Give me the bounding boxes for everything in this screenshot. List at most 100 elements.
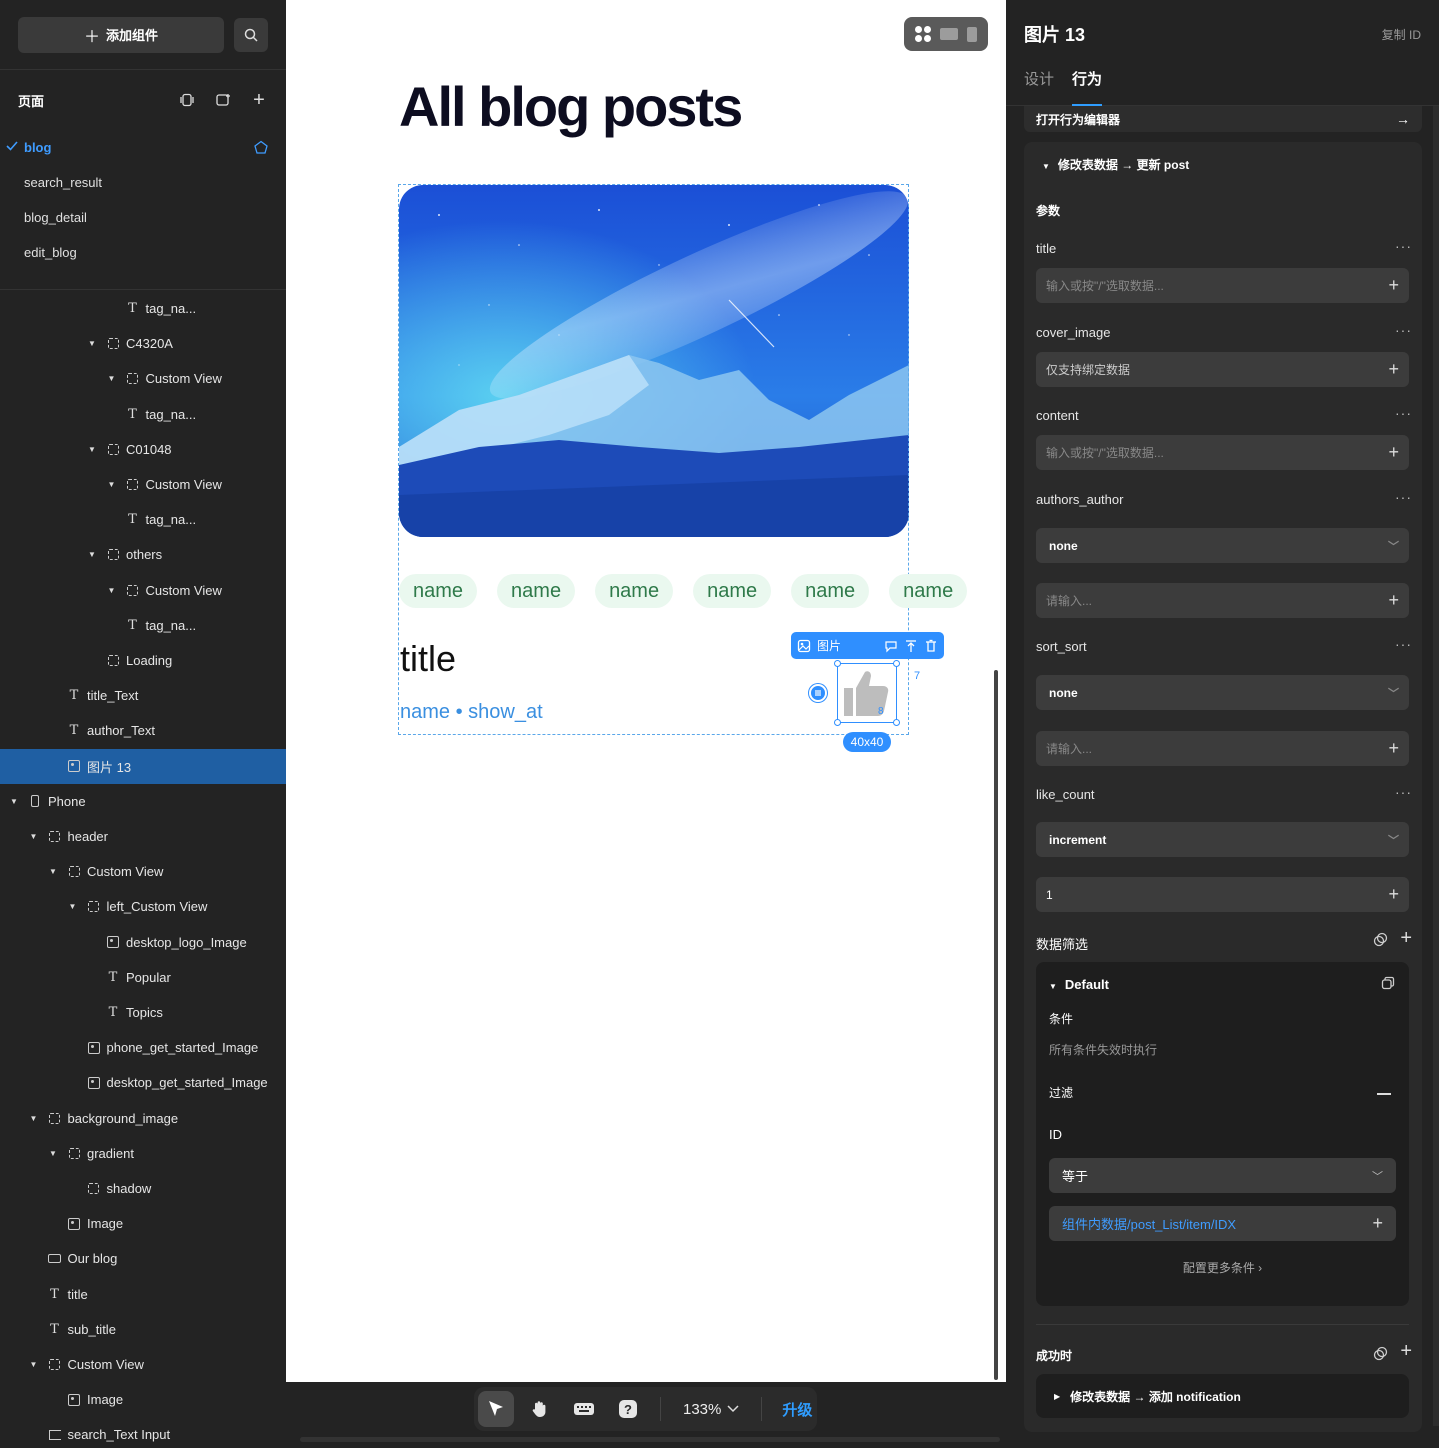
filter-value-input[interactable]: 组件内数据/post_List/item/IDX + bbox=[1049, 1206, 1396, 1241]
open-behavior-editor-button[interactable]: 打开行为编辑器 → bbox=[1024, 106, 1422, 132]
layer-row[interactable]: ▼Loading bbox=[0, 643, 286, 678]
expand-triangle-icon[interactable]: ▼ bbox=[88, 445, 96, 454]
content-input[interactable]: 输入或按"/"选取数据... + bbox=[1036, 435, 1409, 470]
success-action-row[interactable]: ▶ 修改表数据 → 添加 notification bbox=[1036, 1374, 1409, 1418]
hand-tool[interactable] bbox=[522, 1391, 558, 1427]
more-icon[interactable]: ··· bbox=[1395, 405, 1412, 421]
design-canvas[interactable]: All blog posts name name name name name … bbox=[286, 0, 1006, 1448]
filter-link-icon[interactable] bbox=[1373, 932, 1388, 952]
delete-icon[interactable] bbox=[924, 639, 938, 653]
sort-sort-input[interactable]: 请输入... + bbox=[1036, 731, 1409, 766]
plus-icon[interactable]: + bbox=[1388, 275, 1399, 296]
add-filter-icon[interactable]: + bbox=[1400, 927, 1412, 950]
collapse-minus-icon[interactable] bbox=[1377, 1093, 1391, 1095]
layer-row[interactable]: ▼ header bbox=[0, 819, 286, 854]
data-binding-indicator[interactable] bbox=[809, 684, 827, 702]
expand-triangle-icon[interactable]: ▼ bbox=[30, 832, 38, 841]
plus-icon[interactable]: + bbox=[1388, 884, 1399, 905]
page-item-blog-detail[interactable]: blog_detail bbox=[0, 200, 286, 235]
grid-view-icon[interactable] bbox=[914, 26, 931, 42]
expand-triangle-icon[interactable]: ▼ bbox=[108, 374, 116, 383]
action-header[interactable]: ▼ 修改表数据 → 更新 post bbox=[1042, 156, 1189, 173]
canvas-horizontal-scrollbar[interactable] bbox=[300, 1437, 1000, 1442]
copy-id-button[interactable]: 复制 ID bbox=[1382, 26, 1421, 43]
add-page-icon[interactable]: + bbox=[250, 89, 268, 111]
add-folder-icon[interactable] bbox=[214, 91, 232, 109]
add-component-button[interactable]: ＋ 添加组件 bbox=[18, 16, 224, 53]
authors-author-select[interactable]: none ﹀ bbox=[1036, 528, 1409, 563]
upgrade-button[interactable]: 升级 bbox=[776, 1399, 812, 1420]
page-item-edit-blog[interactable]: edit_blog bbox=[0, 235, 286, 270]
layer-row[interactable]: ▼TTopics bbox=[0, 995, 286, 1030]
layer-row[interactable]: ▼Ttag_na... bbox=[0, 291, 286, 326]
phone-icon[interactable] bbox=[967, 26, 978, 42]
comment-icon[interactable] bbox=[884, 639, 898, 653]
tag-chip[interactable]: name bbox=[399, 574, 478, 608]
layer-row[interactable]: ▼Image bbox=[0, 1206, 286, 1241]
plus-icon[interactable]: + bbox=[1388, 738, 1399, 759]
like-image-selected[interactable] bbox=[834, 660, 900, 726]
layer-row[interactable]: ▼ Custom View bbox=[0, 361, 286, 396]
layer-row[interactable]: ▼shadow bbox=[0, 1171, 286, 1206]
success-link-icon[interactable] bbox=[1373, 1346, 1388, 1366]
layer-row[interactable]: ▼Our blog bbox=[0, 1241, 286, 1276]
layer-row[interactable]: ▼ Custom View bbox=[0, 467, 286, 502]
page-item-blog[interactable]: blog bbox=[0, 130, 286, 165]
layer-row[interactable]: ▼Ttag_na... bbox=[0, 397, 286, 432]
expand-triangle-icon[interactable]: ▼ bbox=[30, 1360, 38, 1369]
plus-icon[interactable]: + bbox=[1388, 590, 1399, 611]
layer-row[interactable]: ▼ C4320A bbox=[0, 326, 286, 361]
expand-triangle-icon[interactable]: ▼ bbox=[49, 1149, 57, 1158]
plus-icon[interactable]: + bbox=[1388, 359, 1399, 380]
tag-chip[interactable]: name bbox=[791, 574, 870, 608]
expand-triangle-icon[interactable]: ▼ bbox=[88, 550, 96, 559]
like-count-input[interactable]: 1 + bbox=[1036, 877, 1409, 912]
more-icon[interactable]: ··· bbox=[1395, 784, 1412, 800]
desktop-icon[interactable] bbox=[939, 28, 958, 40]
layer-row[interactable]: ▼Tsub_title bbox=[0, 1312, 286, 1347]
authors-author-input[interactable]: 请输入... + bbox=[1036, 583, 1409, 618]
layer-row[interactable]: ▼ Phone bbox=[0, 784, 286, 819]
layer-row[interactable]: ▼ Custom View bbox=[0, 573, 286, 608]
layer-row[interactable]: ▼ C01048 bbox=[0, 432, 286, 467]
more-icon[interactable]: ··· bbox=[1395, 489, 1412, 505]
layer-row[interactable]: ▼phone_get_started_Image bbox=[0, 1030, 286, 1065]
tag-chip[interactable]: name bbox=[595, 574, 674, 608]
layer-row[interactable]: ▼ gradient bbox=[0, 1136, 286, 1171]
device-toggle[interactable] bbox=[904, 17, 988, 51]
add-success-action-icon[interactable]: + bbox=[1400, 1340, 1412, 1363]
sort-sort-select[interactable]: none ﹀ bbox=[1036, 675, 1409, 710]
expand-triangle-icon[interactable]: ▼ bbox=[108, 586, 116, 595]
select-tool[interactable] bbox=[478, 1391, 514, 1427]
zoom-select[interactable]: 133% bbox=[675, 1401, 747, 1418]
expand-triangle-icon[interactable]: ▼ bbox=[10, 797, 18, 806]
page-settings-icon[interactable] bbox=[178, 91, 196, 109]
layer-row[interactable]: ▼Ttitle bbox=[0, 1277, 286, 1312]
card-title[interactable]: title bbox=[400, 638, 456, 680]
layer-row[interactable]: ▼ Custom View bbox=[0, 1347, 286, 1382]
expand-triangle-icon[interactable]: ▼ bbox=[88, 339, 96, 348]
expand-triangle-icon[interactable]: ▼ bbox=[69, 902, 77, 911]
plus-icon[interactable]: + bbox=[1388, 442, 1399, 463]
operator-select[interactable]: 等于 ﹀ bbox=[1049, 1158, 1396, 1193]
layer-row[interactable]: ▼图片 13 bbox=[0, 748, 286, 784]
layer-row[interactable]: ▼Ttag_na... bbox=[0, 608, 286, 643]
keyboard-tool[interactable] bbox=[566, 1391, 602, 1427]
canvas-vertical-scrollbar[interactable] bbox=[994, 670, 998, 1380]
page-item-search-result[interactable]: search_result bbox=[0, 165, 286, 200]
layer-row[interactable]: ▼ left_Custom View bbox=[0, 889, 286, 924]
layer-row[interactable]: ▼search_Text Input bbox=[0, 1417, 286, 1448]
filter-name-row[interactable]: ▼ Default bbox=[1049, 977, 1109, 992]
more-icon[interactable]: ··· bbox=[1395, 322, 1412, 338]
layer-row[interactable]: ▼Ttag_na... bbox=[0, 502, 286, 537]
like-count-select[interactable]: increment ﹀ bbox=[1036, 822, 1409, 857]
expand-triangle-icon[interactable]: ▼ bbox=[49, 867, 57, 876]
expand-triangle-icon[interactable]: ▼ bbox=[30, 1114, 38, 1123]
tag-chip[interactable]: name bbox=[693, 574, 772, 608]
layer-row[interactable]: ▼Ttitle_Text bbox=[0, 678, 286, 713]
layer-row[interactable]: ▼ Custom View bbox=[0, 854, 286, 889]
copy-icon[interactable] bbox=[1381, 976, 1395, 995]
layer-row[interactable]: ▼Image bbox=[0, 1382, 286, 1417]
expand-triangle-icon[interactable]: ▼ bbox=[108, 480, 116, 489]
tag-chip[interactable]: name bbox=[497, 574, 576, 608]
